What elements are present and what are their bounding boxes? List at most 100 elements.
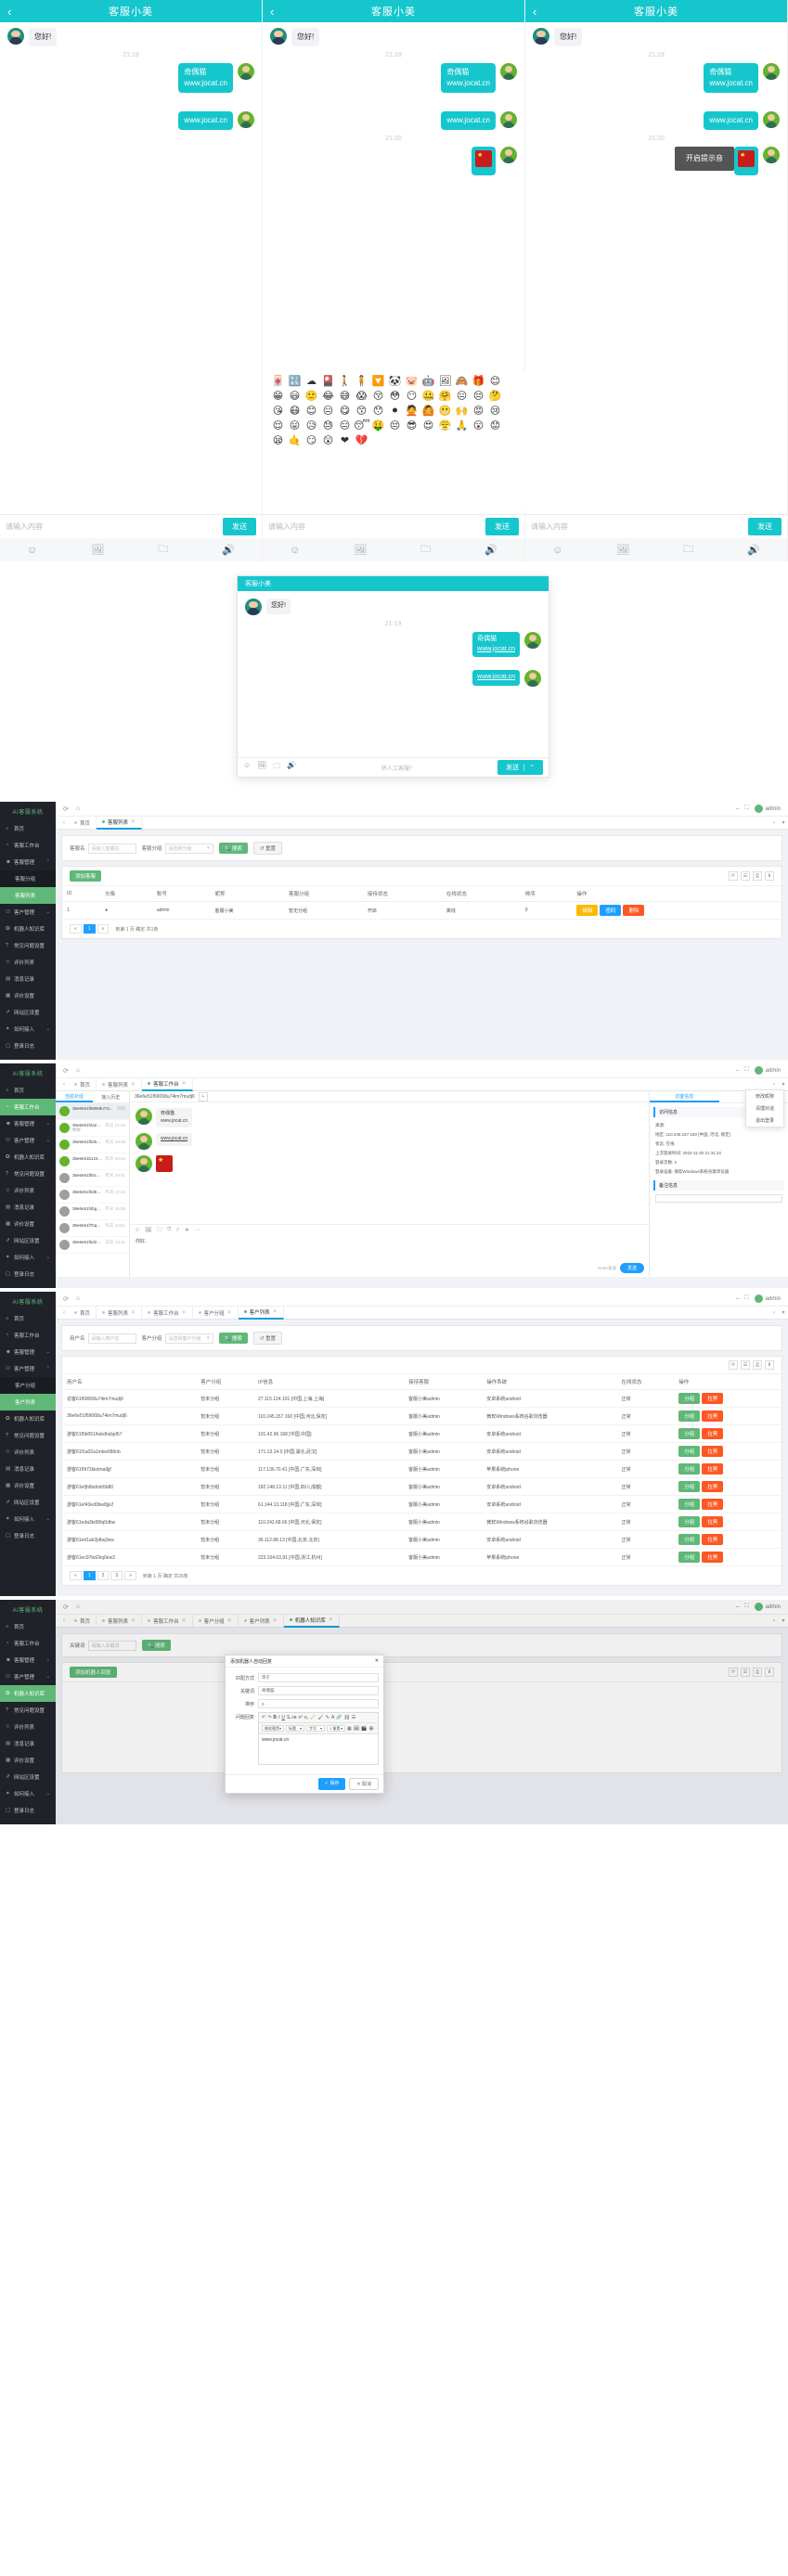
msg-line-2[interactable]: www.jocat.cn — [709, 79, 753, 87]
emoji-item[interactable]: 🀄 — [270, 377, 286, 391]
unlink-icon[interactable]: ⛓ — [344, 1715, 350, 1720]
action-分组[interactable]: 分组 — [678, 1534, 700, 1545]
refresh-icon[interactable]: ⟳ — [63, 805, 69, 813]
msg-line-2[interactable]: www.jocat.cn — [184, 79, 227, 87]
emoji-item[interactable]: 💔 — [354, 436, 369, 450]
sidebar-item-11[interactable]: ▢登录日志 — [0, 1266, 56, 1282]
tab-0[interactable]: 首页 — [69, 1078, 97, 1091]
tab-3[interactable]: 客户分组✕ — [193, 1307, 239, 1320]
tabs-menu-icon[interactable]: ▾ — [779, 819, 788, 826]
emoji-item[interactable]: 😟 — [487, 421, 503, 435]
chevron-icon[interactable]: ⌄ — [46, 1791, 50, 1797]
menu-item-logout[interactable]: 退出登录 — [746, 1114, 783, 1127]
reset-button[interactable]: ↺ 重置 — [253, 1332, 282, 1345]
table-row[interactable]: 游客61f1a02a1mkw080nb暂未分组171.13.14.0 [中国,湖… — [62, 1443, 782, 1461]
emoji-item[interactable]: 🙌 — [454, 406, 470, 420]
emoji-item[interactable]: 🙈 — [454, 377, 470, 391]
link-text[interactable]: www.jocat.cn — [477, 674, 515, 680]
sidebar-item-5[interactable]: ?常见问题设置 — [0, 1702, 56, 1719]
sidebar-item-10[interactable]: ▦评价设置 — [0, 987, 56, 1004]
action-拉黑[interactable]: 拉黑 — [702, 1516, 723, 1527]
sidebar-item-11[interactable]: ⇗网站区设置 — [0, 1494, 56, 1511]
chevron-icon[interactable]: ⌄ — [46, 1026, 50, 1032]
sidebar-item-2[interactable]: ☻客服管理⌃ — [0, 854, 56, 870]
columns-icon[interactable]: ☰ — [741, 871, 750, 881]
match-mode-select[interactable]: 等于 — [258, 1673, 379, 1682]
send-button[interactable]: 发送⌃ — [497, 760, 543, 775]
action-密码[interactable]: 密码 — [600, 905, 621, 916]
sidebar-item-10[interactable]: ✦如何接入⌄ — [0, 1249, 56, 1266]
sound-icon[interactable]: 🔊 — [484, 544, 497, 556]
emoji-item[interactable]: 😪 — [270, 436, 286, 450]
emoji-picker-panel[interactable]: 🀄🔣☁🎴🚶🧍🔽🐼🐷🤖🖼🙈🎁😊😁😃🙂😂😅😱😚😳😶🤐🤗😐😔🤔😘😷😊😑😋😙😯⚫🙅🙆😬🙌… — [263, 371, 525, 510]
emoji-item[interactable]: 😌 — [270, 421, 286, 435]
conversation-item[interactable]: 36e6e51f7bq3a3ek...昨天 14:51 — [56, 1220, 129, 1237]
table-row[interactable]: 游客61ef43ed0bw8jjs2暂未分组61.144.13.118 [中国,… — [62, 1496, 782, 1513]
sidebar[interactable]: AI客服系统 ⌂首页◔客服工作台☻客服管理⌄⚇客户管理⌄✪机器人知识库?常见问题… — [0, 1600, 56, 1824]
refresh-icon[interactable]: ⟳ — [729, 871, 738, 881]
user-menu[interactable]: admin — [755, 1294, 781, 1303]
emoji-item[interactable]: 😱 — [354, 392, 369, 406]
emoji-item[interactable]: 🤙 — [287, 436, 303, 450]
sidebar[interactable]: AI客服系统 ⌂首页◔客服工作台☻客服管理⌃客服分组客服列表⚇客户管理⌄✪机器人… — [0, 802, 56, 1060]
font-color-icon[interactable]: A — [331, 1715, 334, 1720]
tab-bar[interactable]: ‹ 首页客服列表✕›▾ — [56, 817, 788, 830]
emoji-item[interactable]: 😓 — [320, 421, 336, 435]
tabs-scroll-left-icon[interactable]: ‹ — [59, 1082, 69, 1088]
tabs-scroll-right-icon[interactable]: › — [769, 1310, 779, 1316]
image-icon[interactable]: 🖼 — [354, 544, 367, 556]
action-分组[interactable]: 分组 — [678, 1446, 700, 1457]
emoji-item[interactable]: 😲 — [320, 436, 336, 450]
refresh-icon[interactable]: ⟳ — [63, 1067, 69, 1075]
emoji-item[interactable]: 😊 — [304, 406, 319, 420]
table-row[interactable]: 游客61ed1ab2jdbq3ew暂未分组36.112.88.13 [中国,北京… — [62, 1531, 782, 1549]
emoji-item[interactable]: 😚 — [370, 392, 386, 406]
sidebar-item-6[interactable]: ✪机器人知识库 — [0, 1410, 56, 1427]
sidebar-item-6[interactable]: ✪机器人知识库 — [0, 921, 56, 937]
sound-icon[interactable]: 🔊 — [287, 761, 296, 774]
action-拉黑[interactable]: 拉黑 — [702, 1463, 723, 1475]
table-row[interactable]: 游客61f0t72kkdma9jjf暂未分组117.136.70.41 [中国,… — [62, 1461, 782, 1478]
user-menu[interactable]: admin — [755, 805, 781, 813]
emoji-item[interactable]: 😙 — [354, 406, 369, 420]
user-menu[interactable]: admin — [755, 1066, 781, 1075]
conversation-items[interactable]: 36e6e51f69068u74i...刚刚36e6e51f2a223hwtr.… — [56, 1103, 129, 1254]
emoji-item[interactable]: 😑 — [320, 406, 336, 420]
action-分组[interactable]: 分组 — [678, 1499, 700, 1510]
print-icon[interactable]: ⎙ — [753, 1360, 762, 1370]
fullscreen-icon[interactable]: ⛶ — [744, 805, 748, 812]
menu-item-clear-chat[interactable]: 清理对话 — [746, 1102, 783, 1114]
font-size-select[interactable]: 字号▾ — [306, 1725, 325, 1732]
action-分组[interactable]: 分组 — [678, 1481, 700, 1492]
emoji-icon[interactable]: ☺ — [243, 761, 251, 774]
back-icon[interactable]: ‹ — [533, 6, 551, 18]
send-button[interactable]: 发送 — [485, 518, 519, 535]
chat-input[interactable]: 你好, — [130, 1235, 649, 1263]
tab-1[interactable]: 客服列表✕ — [97, 1307, 142, 1320]
emoji-item[interactable]: 🙂 — [304, 392, 319, 406]
superscript-icon[interactable]: x² — [299, 1715, 303, 1720]
sidebar-item-9[interactable]: ⇗网站区设置 — [0, 1232, 56, 1249]
action-拉黑[interactable]: 拉黑 — [702, 1499, 723, 1510]
sidebar-item-9[interactable]: ▤消息记录 — [0, 1461, 56, 1477]
cancel-button[interactable]: ✕ 取消 — [349, 1778, 379, 1790]
close-icon[interactable]: ✕ — [182, 1080, 187, 1087]
sidebar[interactable]: AI客服系统 ⌂首页◔客服工作台☻客服管理⌄⚇客户管理⌄✪机器人知识库?常见问题… — [0, 1063, 56, 1288]
page-button-2[interactable]: 2 — [97, 1571, 110, 1580]
emoji-item[interactable]: 🙅 — [404, 406, 420, 420]
page-button-«[interactable]: « — [70, 1571, 82, 1580]
conversation-item[interactable]: 36e6e51f0d2b03f5...前天 12:11 — [56, 1237, 129, 1254]
chevron-icon[interactable]: ⌄ — [46, 1674, 50, 1680]
sidebar-item-9[interactable]: ▤消息记录 — [0, 971, 56, 987]
tab-bar[interactable]: ‹ 首页客服列表✕客服工作台✕›▾ — [56, 1078, 788, 1091]
conversation-item[interactable]: 36e6e51f00c4b4jkm...昨天 18:41 — [56, 1170, 129, 1187]
page-button-»[interactable]: » — [97, 924, 110, 934]
emoji-item[interactable]: 😎 — [404, 421, 420, 435]
history-icon[interactable]: ⏱ — [167, 1227, 172, 1233]
emoji-item[interactable]: 😅 — [337, 392, 353, 406]
table-row[interactable]: 1●admin客服小美暂无分组开启离线0编辑密码删除 — [62, 902, 782, 920]
tabs-scroll-right-icon[interactable]: › — [769, 1082, 779, 1088]
action-拉黑[interactable]: 拉黑 — [702, 1410, 723, 1422]
sound-icon[interactable]: 🔊 — [222, 544, 235, 556]
add-agent-button[interactable]: 添加客服 — [70, 870, 101, 882]
